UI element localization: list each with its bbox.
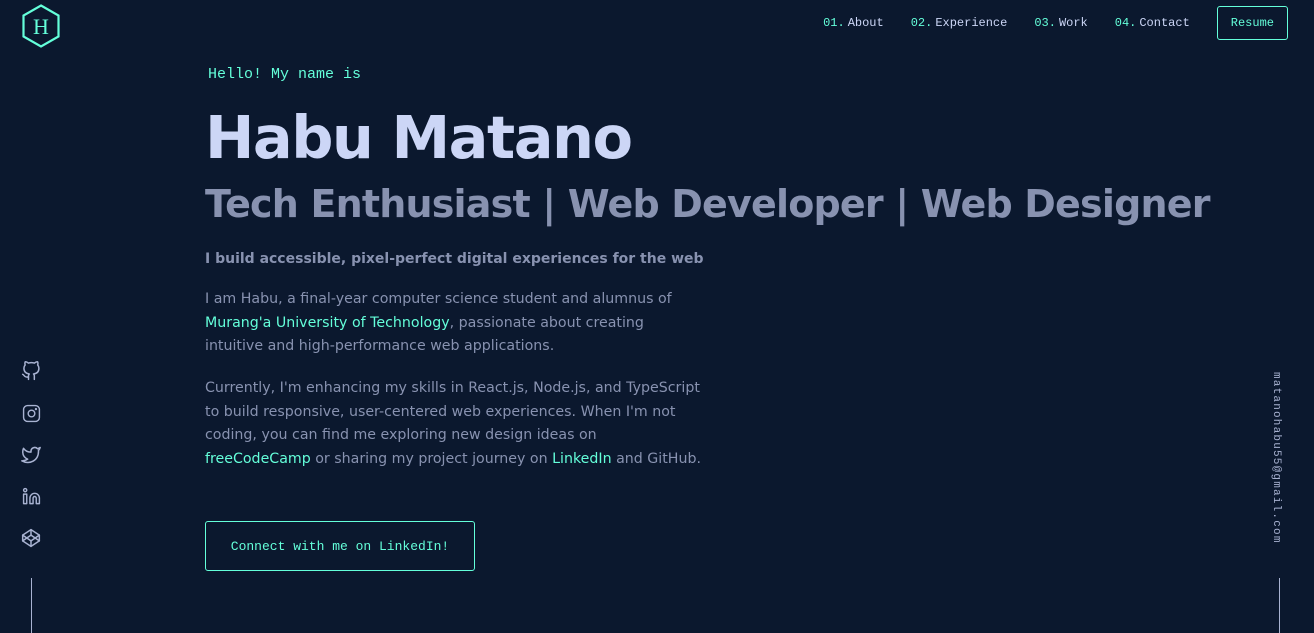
nav-label: Contact: [1139, 16, 1190, 30]
university-link[interactable]: Murang'a University of Technology: [205, 315, 450, 331]
email-rail: matanohabu55@gmail.com: [1270, 372, 1288, 562]
github-icon[interactable]: [20, 360, 42, 382]
intro-paragraph: I am Habu, a final-year computer science…: [205, 288, 705, 359]
main-nav: 01. About 02. Experience 03. Work 04. Contac…: [823, 5, 1288, 41]
freecodecamp-link[interactable]: freeCodeCamp: [205, 451, 311, 467]
nav-about[interactable]: 01. About: [823, 16, 884, 30]
hero-tagline: Tech Enthusiast | Web Developer | Web De…: [205, 182, 1210, 226]
paragraph-line: intuitive and high-performance web appli…: [205, 338, 555, 355]
nav-label: Experience: [935, 16, 1008, 30]
codepen-icon[interactable]: [20, 527, 42, 549]
instagram-icon[interactable]: [20, 402, 42, 424]
nav-number: 02.: [910, 16, 933, 30]
skills-paragraph: Currently, I'm enhancing my skills in Re…: [205, 377, 705, 471]
nav-contact[interactable]: 04. Contact: [1115, 16, 1190, 30]
resume-button[interactable]: Resume: [1216, 6, 1288, 40]
nav-work[interactable]: 03. Work: [1034, 16, 1087, 30]
paragraph-line: Currently, I'm enhancing my skills in Re…: [205, 380, 700, 396]
hero-name: Habu Matano: [205, 103, 633, 172]
greeting: Hello! My name is: [208, 66, 362, 83]
page: H 01. About 02. Experience 03. Work 04. Cont…: [0, 0, 1314, 633]
linkedin-link[interactable]: LinkedIn: [552, 451, 611, 467]
connect-linkedin-button[interactable]: Connect with me on LinkedIn!: [205, 521, 475, 571]
email-link[interactable]: matanohabu55@gmail.com: [1270, 372, 1282, 544]
paragraph-line: coding, you can find me exploring new de…: [205, 427, 597, 444]
paragraph-line: I am Habu, a final-year computer science…: [205, 291, 672, 307]
paragraph-line: freeCodeCamp or sharing my project journ…: [205, 448, 705, 472]
nav-label: About: [847, 16, 884, 30]
paragraph-text: , passionate about creating: [449, 314, 644, 331]
paragraph-line: Murang'a University of Technology, passi…: [205, 312, 705, 336]
hero-subhead: I build accessible, pixel-perfect digita…: [205, 251, 704, 267]
nav-experience[interactable]: 02. Experience: [911, 16, 1008, 30]
paragraph-text: or sharing my project journey on: [310, 450, 553, 467]
social-rail-line: [31, 578, 32, 633]
logo[interactable]: H: [21, 4, 61, 48]
nav-number: 04.: [1114, 16, 1137, 30]
nav-number: 03.: [1034, 16, 1056, 30]
paragraph-line: to build responsive, user-centered web e…: [205, 403, 676, 420]
twitter-icon[interactable]: [20, 444, 42, 466]
nav-label: Work: [1058, 16, 1088, 30]
email-rail-line: [1279, 578, 1280, 633]
nav-number: 01.: [823, 16, 845, 30]
paragraph-text: and GitHub.: [611, 450, 701, 467]
logo-letter: H: [33, 14, 49, 39]
linkedin-icon[interactable]: [20, 485, 42, 507]
